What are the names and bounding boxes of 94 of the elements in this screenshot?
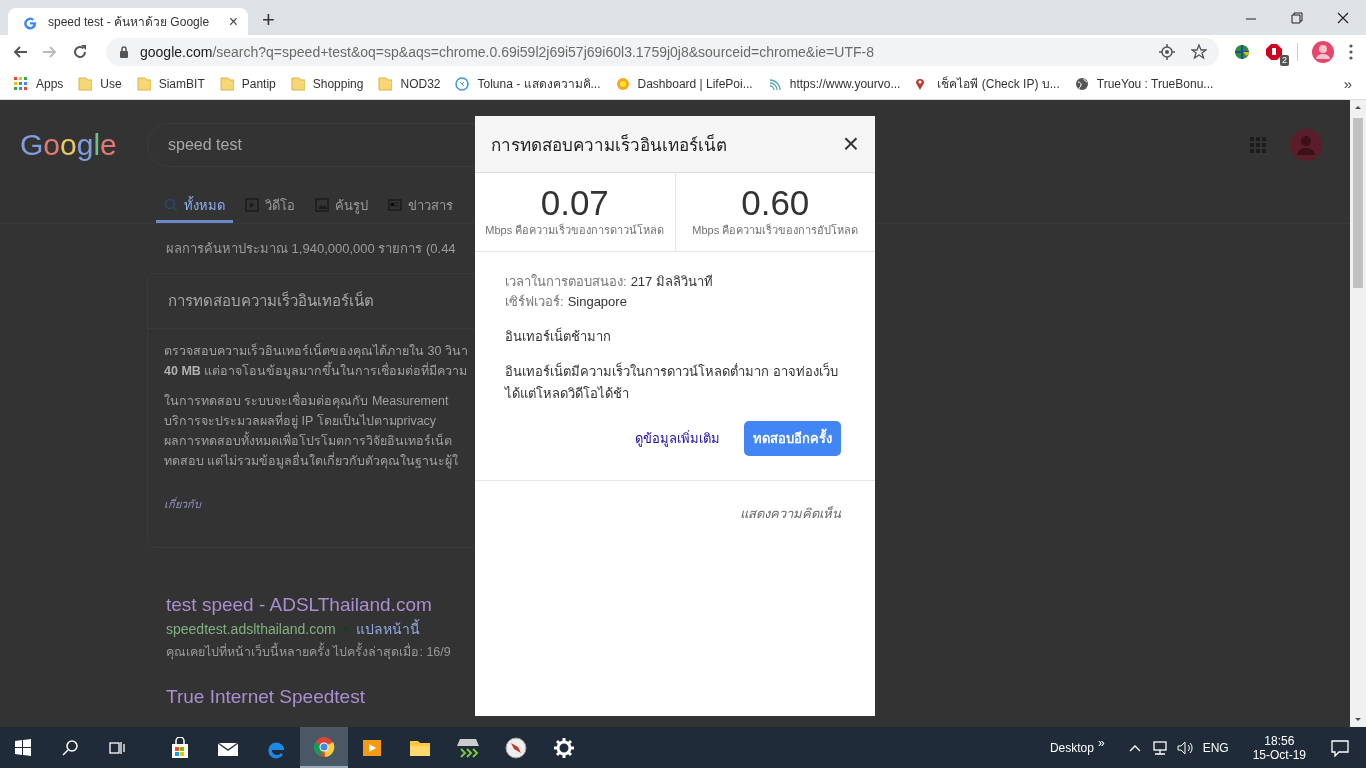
- bookmark-item[interactable]: https://www.yourvo...: [767, 76, 901, 91]
- browser-tab[interactable]: speed test - ค้นหาด้วย Google ×: [8, 8, 248, 35]
- speed-label: Mbps คือความเร็วของการดาวน์โหลด: [485, 222, 665, 238]
- paragraph-line: ตรวจสอบความเร็วอินเทอร์เน็ตของคุณได้ภายใน 30 วินา: [164, 342, 468, 361]
- dialog-title: การทดสอบความเร็วอินเทอร์เน็ต: [491, 133, 728, 157]
- bookmark-item[interactable]: Pantip: [219, 76, 276, 91]
- search-tab[interactable]: ค้นรูป: [307, 190, 376, 223]
- globe-icon: [1074, 76, 1089, 91]
- bookmark-item[interactable]: Shopping: [290, 76, 364, 91]
- detail-value: Singapore: [567, 294, 627, 309]
- result-url: speedtest.adslthailand.com: [166, 621, 336, 637]
- shopping-bag-icon: [169, 736, 191, 759]
- url-text: google.com/search?q=speed+test&oq=sp&aqs=chrome.0.69i59l2j69i57j69i60l3.1759j0j8&sourceid=chrome&ie=UTF-8: [140, 43, 875, 60]
- restore-icon[interactable]: [1290, 10, 1304, 25]
- avatar-icon[interactable]: [1312, 40, 1334, 63]
- paragraph-line: 40 MB แต่อาจโอนข้อมูลมากขึ้นในการเชื่อมต่อที่มีความ: [164, 361, 468, 381]
- scroll-up-icon: [1354, 104, 1362, 110]
- paragraph-line: บริการจะประมวลผลที่อยู่ IP โดยเป็นไปตามprivacy: [164, 411, 437, 431]
- task-view-icon[interactable]: [109, 739, 125, 756]
- chrome-logo-icon: [313, 735, 335, 758]
- more-menu-icon[interactable]: [1348, 42, 1354, 61]
- tab-close-button[interactable]: ×: [228, 12, 238, 31]
- search-icon: [164, 198, 178, 212]
- folder-icon: [219, 76, 234, 91]
- speed-value: 0.07: [540, 185, 609, 221]
- paragraph-line: ในการทดสอบ ระบบจะเชื่อมต่อคุณกับ Measurement: [164, 391, 449, 411]
- windows-start-icon[interactable]: [15, 739, 31, 756]
- speaker-icon[interactable]: [1176, 739, 1193, 756]
- image-icon: [315, 198, 329, 212]
- location-target-icon[interactable]: [1159, 43, 1175, 60]
- detail-label: เซิร์ฟเวอร์:: [505, 294, 564, 309]
- visit-note: คุณเคยไปที่หน้าเว็บนี้หลายครั้ง ไปครั้งล่าสุดเมื่อ: 16/9: [166, 642, 451, 662]
- language-indicator[interactable]: ENG: [1202, 740, 1229, 755]
- close-button[interactable]: ×: [842, 130, 859, 158]
- search-tab[interactable]: ทั้งหมด: [156, 190, 233, 223]
- bookmark-item[interactable]: TrueYou : TrueBonu...: [1074, 76, 1214, 91]
- search-tab[interactable]: วิดีโอ: [237, 190, 303, 223]
- signal-waves-icon: [767, 76, 782, 91]
- bookmark-item[interactable]: NOD32: [378, 76, 441, 91]
- speed-label: Mbps คือความเร็วของการอัปโหลด: [692, 222, 859, 238]
- paragraph-line: ทดสอบ แต่ไม่รวมข้อมูลอื่นใดเกี่ยวกับตัวคุณในฐานะผู้ใ: [164, 451, 459, 471]
- result-title-link[interactable]: True Internet Speedtest: [166, 686, 365, 708]
- folder-icon: [136, 76, 151, 91]
- new-tab-button[interactable]: +: [262, 7, 275, 33]
- feedback-link[interactable]: แสดงความคิดเห็น: [740, 503, 841, 524]
- translate-link[interactable]: แปลหน้านี้: [355, 618, 420, 640]
- address-bar[interactable]: google.com/search?q=speed+test&oq=sp&aqs=chrome.0.69i59l2j69i57j69i60l3.1759j0j8&sourceid=chrome&ie=UTF-8: [106, 37, 1219, 66]
- apps-grid-icon: [14, 76, 28, 91]
- close-icon[interactable]: [1336, 10, 1350, 25]
- compass-icon: [505, 736, 527, 759]
- bookmark-item[interactable]: Toluna - แสดงความคิ...: [455, 74, 601, 93]
- speed-value: 0.60: [741, 185, 810, 221]
- google-logo[interactable]: Google: [20, 128, 147, 162]
- scrollbar-thumb[interactable]: [1353, 118, 1363, 288]
- scroll-down-icon: [1354, 717, 1362, 723]
- lock-icon: [118, 44, 130, 59]
- learn-more-link[interactable]: ดูข้อมูลเพิ่มเติม: [635, 428, 720, 449]
- speed-description: อินเทอร์เน็ตมีความเร็วในการดาวน์โหลดต่ำมาก อาจท่องเว็บได้แต่โหลดวิดีโอได้ช้า: [505, 361, 839, 403]
- detail-label: เวลาในการตอบสนอง:: [505, 274, 627, 289]
- search-icon[interactable]: [62, 739, 78, 756]
- search-tab[interactable]: ข่าวสาร: [380, 190, 461, 223]
- back-arrow-icon[interactable]: [12, 43, 28, 60]
- gear-icon: [553, 736, 575, 759]
- notification-icon[interactable]: [1330, 737, 1350, 758]
- bookmark-item[interactable]: เช็คไอพี (Check IP) บ...: [915, 74, 1060, 93]
- folder-icon: [378, 76, 393, 91]
- sun-icon: [615, 76, 630, 91]
- result-title-link[interactable]: test speed - ADSLThailand.com: [166, 594, 432, 616]
- reload-icon[interactable]: [72, 43, 88, 60]
- newspaper-icon: [388, 198, 402, 212]
- toolbar-more-button[interactable]: »: [1097, 735, 1105, 750]
- bookmark-item[interactable]: Use: [78, 76, 122, 91]
- bookmark-item[interactable]: Apps: [14, 76, 64, 91]
- speed-verdict: อินเทอร์เน็ตช้ามาก: [505, 326, 612, 346]
- test-again-button[interactable]: ทดสอบอีกครั้ง: [744, 421, 841, 456]
- extension-badge: 2: [1280, 54, 1289, 66]
- scrollbar[interactable]: [1350, 100, 1366, 727]
- detail-value: 217 มิลลิวินาที: [630, 274, 713, 289]
- drive-arrows-icon: [457, 736, 479, 759]
- paragraph-line: ผลการทดสอบทั้งหมดเพื่อโปรโมตการวิจัยอินเทอร์เน็ต: [164, 431, 452, 451]
- star-icon[interactable]: [1191, 43, 1207, 60]
- clock[interactable]: 18:56 15-Oct-19: [1252, 733, 1306, 762]
- play-box-icon: [245, 198, 259, 212]
- bookmark-item[interactable]: SiamBIT: [136, 76, 205, 91]
- folder-icon: [290, 76, 305, 91]
- tab-title: speed test - ค้นหาด้วย Google: [48, 14, 211, 31]
- about-link[interactable]: เกี่ยวกับ: [164, 495, 201, 513]
- bookmarks-more-button[interactable]: »: [1343, 75, 1352, 92]
- globe-download-icon[interactable]: [1233, 42, 1251, 61]
- folder-icon: [78, 76, 93, 91]
- bookmark-item[interactable]: Dashboard | LifePoi...: [615, 76, 753, 91]
- result-stats: ผลการค้นหาประมาณ 1,940,000,000 รายการ (0.44: [166, 240, 456, 258]
- network-icon[interactable]: [1150, 739, 1167, 756]
- desktop-toolbar[interactable]: Desktop: [1049, 740, 1094, 755]
